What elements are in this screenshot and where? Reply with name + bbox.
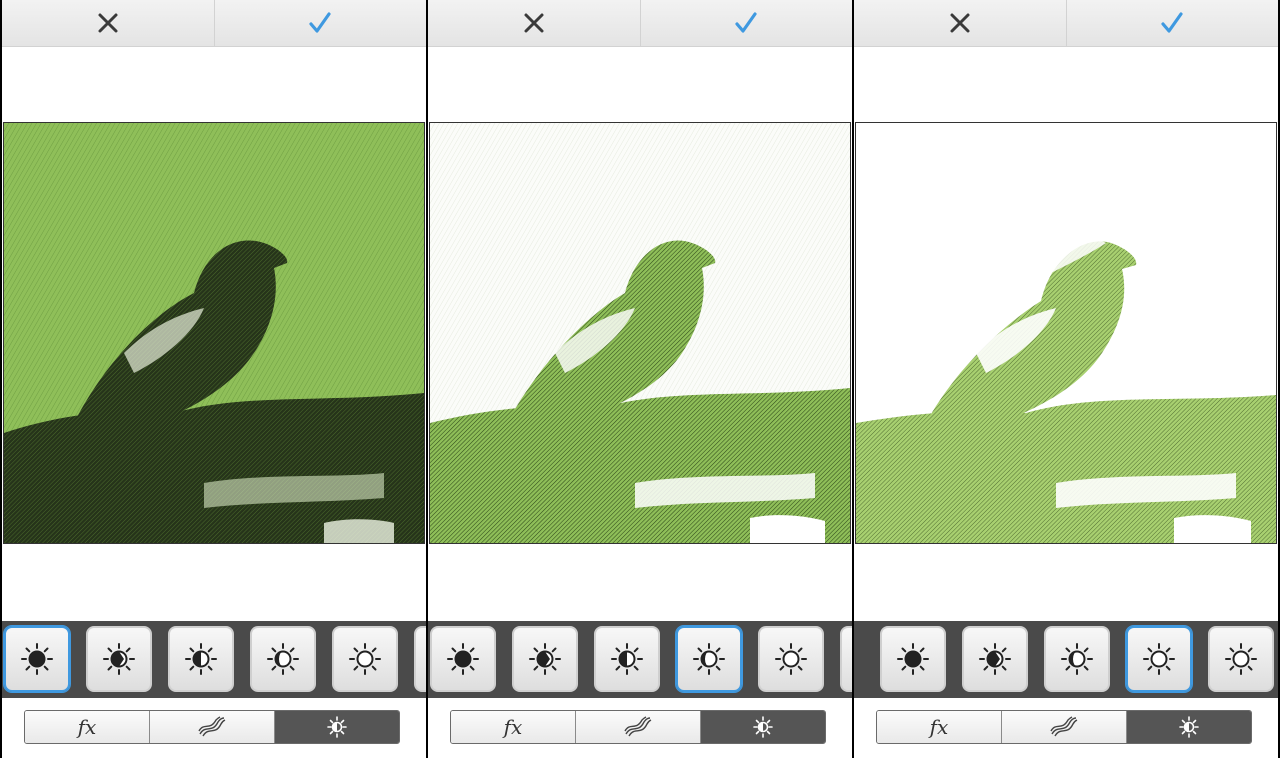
bird-photo-image	[856, 123, 1276, 543]
adjustment-strip	[2, 621, 426, 698]
wave-lines-icon	[198, 716, 226, 737]
brightness-sun-icon	[447, 643, 479, 675]
editor-panel-1: fx	[2, 0, 426, 758]
brightness-sun-icon	[1143, 643, 1175, 675]
brightness-sun-icon	[775, 643, 807, 675]
filter-tile-4[interactable]	[676, 626, 742, 692]
filter-tile-2[interactable]	[512, 626, 578, 692]
filter-tile-3[interactable]	[1044, 626, 1110, 692]
sun-icon	[1179, 716, 1199, 738]
brightness-sun-icon	[529, 643, 561, 675]
fx-icon: fx	[77, 715, 97, 739]
editor-panel-2: fx	[428, 0, 852, 758]
tab-textures[interactable]	[1001, 711, 1126, 743]
checkmark-icon	[735, 12, 757, 33]
filter-tile-2[interactable]	[86, 626, 152, 692]
tool-tabs: fx	[450, 710, 826, 744]
tile-track	[854, 626, 1278, 692]
brightness-sun-icon	[185, 643, 217, 675]
bird-photo-image	[4, 123, 424, 543]
tab-textures[interactable]	[575, 711, 700, 743]
confirm-button[interactable]	[1065, 0, 1279, 46]
top-toolbar	[2, 0, 426, 47]
editor-panel-3: fx	[854, 0, 1278, 758]
brightness-sun-icon	[897, 643, 929, 675]
filter-tile-6[interactable]	[840, 626, 852, 692]
brightness-sun-icon	[103, 643, 135, 675]
close-icon	[98, 13, 118, 33]
brightness-sun-icon	[611, 643, 643, 675]
tile-track	[428, 626, 852, 692]
top-toolbar	[428, 0, 852, 47]
filter-tile-5[interactable]	[758, 626, 824, 692]
brightness-sun-icon	[979, 643, 1011, 675]
adjustment-strip	[428, 621, 852, 698]
tab-filters[interactable]: fx	[877, 711, 1001, 743]
filter-tile-5[interactable]	[332, 626, 398, 692]
brightness-sun-icon	[693, 643, 725, 675]
wave-lines-icon	[624, 716, 652, 737]
filter-tile-3[interactable]	[594, 626, 660, 692]
adjustment-strip	[854, 621, 1278, 698]
photo-preview	[3, 122, 425, 544]
tab-filters[interactable]: fx	[451, 711, 575, 743]
tab-filters[interactable]: fx	[25, 711, 149, 743]
brightness-sun-icon	[349, 643, 381, 675]
checkmark-icon	[309, 12, 331, 33]
cancel-button[interactable]	[428, 0, 640, 46]
filter-tile-3[interactable]	[168, 626, 234, 692]
close-icon	[524, 13, 544, 33]
wave-lines-icon	[1050, 716, 1078, 737]
cancel-button[interactable]	[854, 0, 1066, 46]
filter-tile-4[interactable]	[1126, 626, 1192, 692]
tab-brightness[interactable]	[700, 711, 825, 743]
filter-tile-6[interactable]	[414, 626, 426, 692]
tool-tabs: fx	[24, 710, 400, 744]
filter-tile-1[interactable]	[880, 626, 946, 692]
photo-preview	[855, 122, 1277, 544]
filter-tile-4[interactable]	[250, 626, 316, 692]
filter-tile-2[interactable]	[962, 626, 1028, 692]
top-toolbar	[854, 0, 1278, 47]
brightness-sun-icon	[267, 643, 299, 675]
filter-tile-1[interactable]	[4, 626, 70, 692]
filter-tile-1[interactable]	[430, 626, 496, 692]
close-icon	[950, 13, 970, 33]
tile-track	[2, 626, 426, 692]
brightness-sun-icon	[1225, 643, 1257, 675]
tab-brightness[interactable]	[1126, 711, 1251, 743]
fx-icon: fx	[929, 715, 949, 739]
confirm-button[interactable]	[639, 0, 853, 46]
filter-tile-5[interactable]	[1208, 626, 1274, 692]
checkmark-icon	[1161, 12, 1183, 33]
tool-tabs: fx	[876, 710, 1252, 744]
brightness-sun-icon	[21, 643, 53, 675]
tab-textures[interactable]	[149, 711, 274, 743]
brightness-sun-icon	[1061, 643, 1093, 675]
sun-icon	[327, 716, 347, 738]
cancel-button[interactable]	[2, 0, 214, 46]
fx-icon: fx	[503, 715, 523, 739]
sun-icon	[753, 716, 773, 738]
tab-brightness[interactable]	[274, 711, 399, 743]
bird-photo-image	[430, 123, 850, 543]
photo-preview	[429, 122, 851, 544]
confirm-button[interactable]	[213, 0, 427, 46]
